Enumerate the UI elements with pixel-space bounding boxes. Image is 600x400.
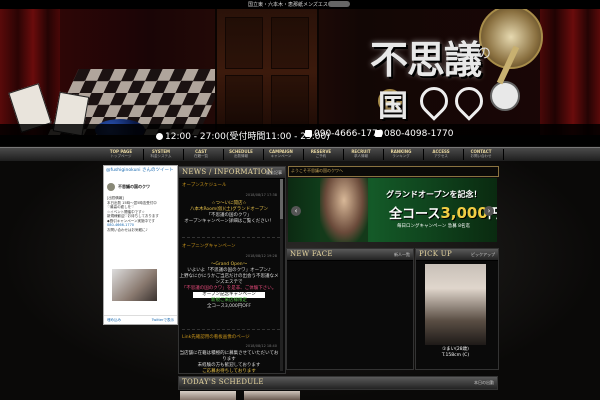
slider-line1: グランドオープンを記念！: [386, 190, 482, 199]
door-image: [215, 9, 319, 135]
twitter-account[interactable]: 不思議の国のクワ: [118, 184, 150, 190]
slider-line3: 毎日ロングキャンペーン 急募 8名迄: [397, 224, 470, 229]
nav-access[interactable]: ACCESS アクセス: [419, 149, 464, 160]
news-item-title[interactable]: オープンスケジュール: [182, 182, 226, 188]
phone-link-2[interactable]: 080-4098-1770: [375, 129, 453, 139]
twitter-header[interactable]: @fushiginokuni さんのツイート: [104, 166, 177, 184]
schedule-thumb[interactable]: [244, 391, 300, 400]
phone-icon: [305, 130, 312, 137]
campaign-slider[interactable]: グランドオープンを記念！ 全コース3,000円OFF!! 毎日ロングキャンペーン…: [288, 178, 497, 242]
schedule-more-link[interactable]: 本日の出勤: [474, 380, 494, 386]
news-panel: NEWS / INFORMATION 過去記事 オープンスケジュール 2018/…: [178, 166, 286, 374]
news-item-date: 2018/08/12 18:40: [245, 344, 277, 348]
newface-more-link[interactable]: 新人一覧: [394, 252, 410, 258]
pickup-more-link[interactable]: ピックアップ: [471, 252, 495, 258]
newface-title: NEW FACE: [290, 250, 333, 258]
nav-cast[interactable]: CAST 在籍一覧: [179, 149, 224, 160]
news-item-date: 2018/08/12 19:28: [245, 254, 277, 258]
news-item-title[interactable]: Link先確認用の看板画像のページ: [182, 334, 250, 340]
slider-line2: 全コース3,000円OFF!!: [389, 204, 497, 222]
news-item-date: 2018/08/17 17:38: [245, 193, 277, 197]
nav-reserve[interactable]: RESERVE ご予約: [299, 149, 344, 160]
newface-panel: NEW FACE 新人一覧: [286, 248, 414, 370]
schedule-title: TODAY'S SCHEDULE: [182, 378, 264, 386]
pickup-photo[interactable]: [425, 264, 486, 345]
schedule-title-bar: TODAY'S SCHEDULE 本日の出勤: [178, 376, 498, 390]
slider-next-button[interactable]: ›: [484, 206, 494, 216]
pickup-title: PICK UP: [419, 250, 452, 258]
business-hours: 12:00 - 27:00(受付時間11:00 - 25:00): [156, 129, 330, 142]
top-bar-title: 国立東・六本木・恵那紙メンズエステ: [248, 2, 333, 8]
tweet-image[interactable]: [112, 269, 157, 301]
news-title-bar: NEWS / INFORMATION 過去記事: [179, 167, 285, 179]
search-input[interactable]: [328, 1, 350, 7]
news-item-title[interactable]: オープニングキャンペーン: [182, 243, 236, 249]
logo-main: 不思議: [370, 37, 482, 82]
news-text: 全コース3,000円OFF: [207, 304, 251, 309]
twitter-footer: 埋め込み Twitterで表示: [104, 315, 177, 324]
embed-link[interactable]: 埋め込み: [107, 318, 121, 323]
nav-recruit[interactable]: RECRUIT 求人情報: [339, 149, 384, 160]
key-ring-icon: [490, 81, 520, 111]
twitter-widget[interactable]: @fushiginokuni さんのツイート 不思議の国のクワ [出勤情報] 本…: [103, 165, 178, 325]
welcome-text: ようこそ不思議の国のクワへ: [291, 168, 343, 173]
phone-link-1[interactable]: 090-4666-1770: [305, 129, 383, 139]
main-nav: TOP PAGE トップページ SYSTEM 料金システム CAST 在籍一覧 SCH…: [0, 147, 600, 162]
curtain-right: [540, 9, 600, 135]
nav-top-page[interactable]: TOP PAGE トップページ: [99, 149, 144, 160]
news-more-link[interactable]: 過去記事: [266, 170, 282, 176]
logo-particle: の: [477, 46, 491, 62]
nav-contact[interactable]: CONTACT お問い合わせ: [459, 149, 504, 160]
news-text: オープンキャンペーン詳細はご覧ください！: [184, 219, 274, 224]
pickup-caption[interactable]: ①まい(28歳) T.158cm (C): [425, 347, 486, 359]
schedule-thumb[interactable]: [180, 391, 236, 400]
avatar: [107, 183, 115, 191]
view-on-twitter-link[interactable]: Twitterで表示: [152, 318, 174, 323]
nav-schedule[interactable]: SCHEDULE 出勤情報: [219, 149, 264, 160]
scrollbar[interactable]: [280, 179, 283, 371]
tweet-line: お問い合わせはお気軽に♪: [107, 227, 148, 232]
welcome-bar: ようこそ不思議の国のクワへ: [288, 166, 499, 177]
phone-icon: [375, 130, 382, 137]
header-banner: 不思議 の 国: [0, 9, 600, 135]
newface-title-bar: NEW FACE 新人一覧: [287, 249, 413, 261]
nav-ranking[interactable]: RANKING ランキング: [379, 149, 424, 160]
heart-icon: [449, 81, 489, 121]
news-text: 上野なにかにうかご当店だけの出会う不思議なメンズエステで: [179, 274, 279, 285]
pickup-spec: T.158cm (C): [441, 353, 470, 358]
pickup-title-bar: PICK UP ピックアップ: [416, 249, 498, 261]
clock-icon: [156, 133, 163, 140]
info-bar: 12:00 - 27:00(受付時間11:00 - 25:00) 090-466…: [0, 124, 600, 146]
slider-prev-button[interactable]: ‹: [291, 206, 301, 216]
news-text: 当店舗に在籍は積極的に募集させていただいております: [179, 351, 279, 362]
news-text: ご応募お待ちしております: [202, 369, 256, 374]
slider-photo: [320, 178, 368, 242]
news-title: NEWS / INFORMATION: [182, 168, 274, 176]
nav-campaign[interactable]: CAMPAIGN キャンペーン: [259, 149, 304, 160]
top-bar: 国立東・六本木・恵那紙メンズエステ: [0, 0, 600, 9]
logo-bottom: 国: [378, 89, 408, 124]
nav-system[interactable]: SYSTEM 料金システム: [139, 149, 184, 160]
heart-icon: [414, 81, 454, 121]
